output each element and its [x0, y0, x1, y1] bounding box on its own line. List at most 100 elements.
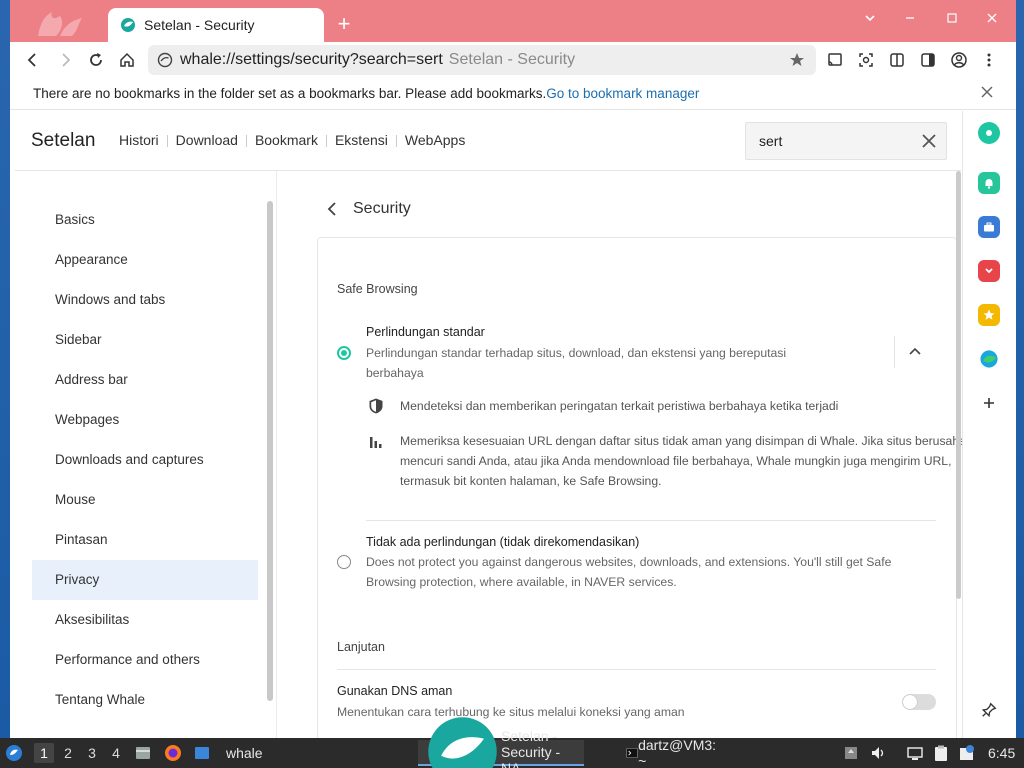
sidebar-item-webpages[interactable]: Webpages: [32, 400, 258, 440]
sidebar-item-sidebar[interactable]: Sidebar: [32, 320, 258, 360]
settings-sidebar: Basics Appearance Windows and tabs Sideb…: [32, 200, 258, 720]
close-window-button[interactable]: [980, 9, 1004, 29]
reload-icon: [90, 53, 102, 66]
browser-app-icon[interactable]: [978, 348, 1000, 370]
distro-logo-icon: [6, 745, 22, 761]
volume-icon: [872, 747, 884, 759]
cast-button[interactable]: [822, 48, 848, 72]
sidebar-toggle-button[interactable]: [915, 48, 941, 72]
files-launcher[interactable]: [134, 738, 157, 768]
briefcase-icon[interactable]: [978, 216, 1000, 238]
sidebar-scrollbar[interactable]: [267, 201, 273, 701]
sidebar-item-performance[interactable]: Performance and others: [32, 640, 258, 680]
radio-no-protection[interactable]: [337, 555, 351, 569]
whale-taskbar-icon: [428, 717, 497, 768]
settings-title: Setelan: [31, 130, 96, 151]
reload-button[interactable]: [83, 48, 109, 72]
sidebar-item-mouse[interactable]: Mouse: [32, 480, 258, 520]
address-bar[interactable]: whale://settings/security?search=sert Se…: [148, 45, 816, 75]
sidebar-item-downloads-and-captures[interactable]: Downloads and captures: [32, 440, 258, 480]
topnav-bookmark[interactable]: Bookmark: [255, 132, 318, 148]
back-button[interactable]: [20, 48, 46, 72]
topnav-download[interactable]: Download: [176, 132, 238, 148]
sidebar-item-tentang-whale[interactable]: Tentang Whale: [32, 680, 258, 720]
topnav-histori[interactable]: Histori: [119, 132, 159, 148]
topnav-webapps[interactable]: WebApps: [405, 132, 465, 148]
secure-dns-desc: Menentukan cara terhubung ke situs melal…: [337, 705, 685, 719]
expand-divider: [894, 336, 895, 368]
detail2-line1: Memeriksa kesesuaian URL dengan daftar s…: [400, 434, 966, 448]
capture-button[interactable]: [853, 48, 879, 72]
advanced-divider: [337, 669, 936, 670]
back-chevron-icon[interactable]: [323, 200, 341, 218]
forward-button[interactable]: [52, 48, 78, 72]
bookmark-bar-message: There are no bookmarks in the folder set…: [33, 86, 547, 101]
sidebar-app-green-icon[interactable]: [978, 122, 1000, 144]
minimize-button[interactable]: [898, 9, 922, 29]
maximize-button[interactable]: [940, 9, 964, 29]
sidebar-item-basics[interactable]: Basics: [32, 200, 258, 240]
standard-protection-desc: Perlindungan standar terhadap situs, dow…: [366, 343, 786, 383]
taskbar: 1 2 3 4 whale Setelan - Security - NA...…: [0, 717, 1024, 768]
tab-settings-security[interactable]: Setelan - Security: [108, 8, 324, 42]
taskbar-window-browser[interactable]: Setelan - Security - NA...: [418, 717, 585, 768]
tray-network[interactable]: [906, 738, 929, 768]
sidebar-item-windows-and-tabs[interactable]: Windows and tabs: [32, 280, 258, 320]
menu-button[interactable]: [976, 48, 1002, 72]
sidebar-item-pintasan[interactable]: Pintasan: [32, 520, 258, 560]
desktop-launcher[interactable]: [193, 738, 216, 768]
sidebar-item-address-bar[interactable]: Address bar: [32, 360, 258, 400]
whale-logo-icon: [38, 12, 82, 36]
content-scrollbar[interactable]: [956, 171, 961, 599]
secure-dns-toggle[interactable]: [902, 694, 936, 710]
settings-top-nav: Histori Download Bookmark Ekstensi WebAp…: [119, 132, 465, 148]
standard-desc-line2: berbahaya: [366, 366, 424, 380]
tray-volume[interactable]: [870, 738, 893, 768]
home-button[interactable]: [114, 48, 140, 72]
workspace-4[interactable]: 4: [106, 743, 126, 763]
whale-sidebar: [962, 111, 1016, 738]
bookmark-star-icon[interactable]: [788, 51, 806, 69]
taskbar-window-whale-folder[interactable]: whale: [220, 740, 269, 766]
bookmark-manager-link[interactable]: Go to bookmark manager: [546, 86, 699, 101]
sidebar-item-appearance[interactable]: Appearance: [32, 240, 258, 280]
new-tab-button[interactable]: +: [332, 12, 356, 36]
browser-window-label: Setelan - Security - NA...: [501, 728, 561, 768]
add-app-icon[interactable]: [978, 392, 1000, 414]
sidebar-item-aksesibilitas[interactable]: Aksesibilitas: [32, 600, 258, 640]
sidebar-panel-icon: [921, 53, 935, 67]
tray-clipboard[interactable]: [932, 738, 955, 768]
clock[interactable]: 6:45: [988, 738, 1015, 768]
split-view-button[interactable]: [884, 48, 910, 72]
close-bookmark-bar-icon[interactable]: [980, 84, 998, 102]
workspace-2[interactable]: 2: [58, 743, 78, 763]
clipboard-icon: [935, 745, 947, 761]
browser-window: Setelan - Security + whale://settings/se…: [10, 0, 1016, 738]
network-icon: [907, 747, 923, 760]
pocket-icon[interactable]: [978, 260, 1000, 282]
firefox-launcher[interactable]: [164, 738, 187, 768]
notification-icon: [960, 745, 974, 760]
workspace-3[interactable]: 3: [82, 743, 102, 763]
start-menu-button[interactable]: [5, 738, 28, 768]
tab-list-chevron-icon[interactable]: [858, 9, 882, 29]
capture-icon: [859, 53, 873, 67]
tray-notifications[interactable]: [958, 738, 981, 768]
pin-icon[interactable]: [978, 699, 1000, 721]
taskbar-window-terminal[interactable]: dartz@VM3: ~: [620, 737, 722, 768]
profile-button[interactable]: [946, 48, 972, 72]
workspace-1[interactable]: 1: [34, 743, 54, 763]
sidebar-item-privacy[interactable]: Privacy: [32, 560, 258, 600]
star-icon[interactable]: [978, 304, 1000, 326]
home-icon: [120, 52, 134, 67]
radio-standard-protection[interactable]: [337, 346, 351, 360]
clear-search-icon[interactable]: [920, 132, 938, 150]
chevron-up-icon[interactable]: [907, 344, 923, 360]
settings-search-input[interactable]: [759, 133, 909, 149]
tray-updates[interactable]: [842, 738, 865, 768]
split-view-icon: [890, 53, 904, 67]
bell-icon[interactable]: [978, 172, 1000, 194]
topnav-ekstensi[interactable]: Ekstensi: [335, 132, 388, 148]
whale-favicon-icon: [121, 18, 135, 32]
security-heading: Security: [323, 200, 411, 218]
